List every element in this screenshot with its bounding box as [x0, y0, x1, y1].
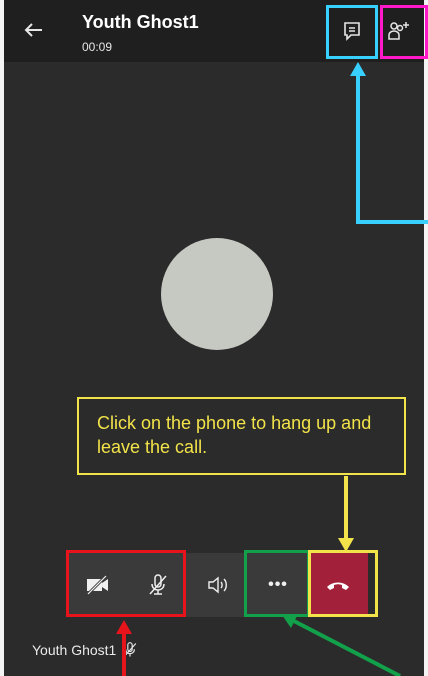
media-controls-highlight-box — [66, 550, 186, 617]
hangup-highlight-box — [308, 550, 378, 617]
callout-text: Click on the phone to hang up and leave … — [97, 413, 372, 457]
more-highlight-box — [244, 550, 310, 617]
red-arrowhead — [116, 620, 132, 634]
cyan-arrowhead — [350, 62, 366, 76]
hangup-callout: Click on the phone to hang up and leave … — [77, 397, 406, 475]
green-connector-arrow — [291, 618, 401, 676]
cyan-connector-arrow — [356, 72, 428, 224]
